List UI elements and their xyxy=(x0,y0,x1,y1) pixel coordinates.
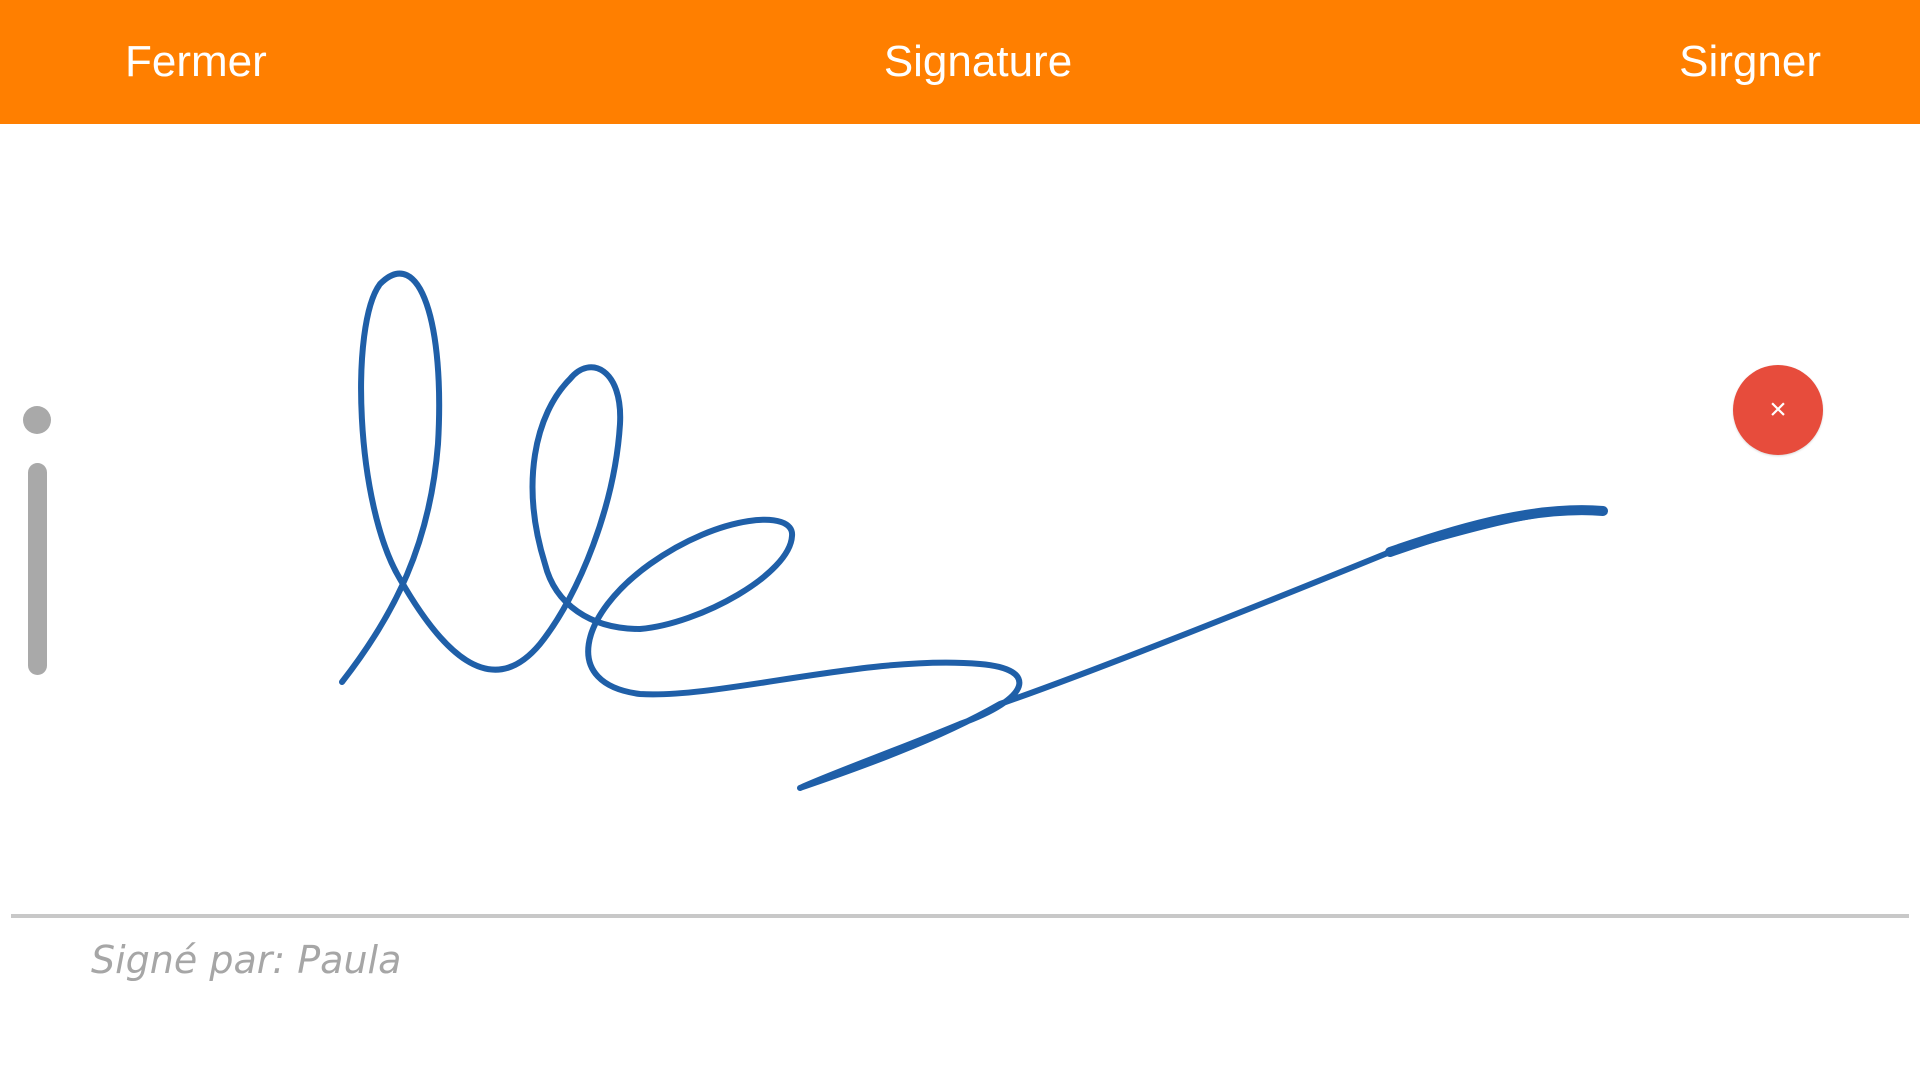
close-button[interactable]: Fermer xyxy=(125,0,267,124)
page-title: Signature xyxy=(883,37,1073,86)
signature-stroke xyxy=(339,270,1608,791)
signature-baseline xyxy=(11,914,1909,918)
scroll-indicator-dot xyxy=(23,406,51,434)
title-bar: Fermer Signature Sirgner xyxy=(0,0,1920,124)
scrollbar-thumb[interactable] xyxy=(28,463,47,675)
sign-button[interactable]: Sirgner xyxy=(1679,0,1821,124)
clear-signature-button[interactable]: × xyxy=(1733,365,1823,455)
signed-by-label: Signé par: Paula xyxy=(91,938,402,982)
close-icon: × xyxy=(1769,393,1787,426)
signature-pad[interactable]: × xyxy=(0,124,1920,914)
